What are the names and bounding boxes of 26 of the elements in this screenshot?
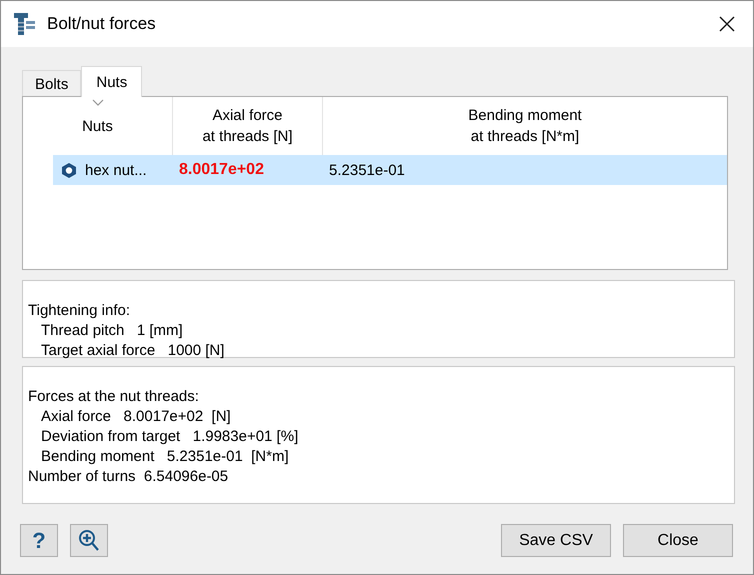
info-line: Number of turns 6.54096e-05 xyxy=(28,467,230,487)
table-cell-text: 8.0017e+02 xyxy=(178,161,265,179)
sort-caret-icon xyxy=(92,99,104,106)
zoom-in-button[interactable] xyxy=(70,524,108,557)
column-header: Nuts xyxy=(82,116,113,136)
table-cell: hex nut... xyxy=(85,162,147,178)
table-row[interactable]: hex nut... 8.0017e+02 5.2351e-01 xyxy=(53,155,727,185)
info-line: Axial force 8.0017e+02 [N] xyxy=(41,407,232,427)
info-line: Tightening info: xyxy=(28,301,132,321)
column-header: Axial force at threads [N] xyxy=(202,106,293,147)
bolt-icon xyxy=(13,11,37,37)
save-csv-button[interactable]: Save CSV xyxy=(501,524,611,557)
help-button[interactable]: ? xyxy=(20,524,58,557)
hexagon-icon xyxy=(61,162,77,178)
info-line: Thread pitch 1 [mm] xyxy=(41,321,184,341)
info-line: Forces at the nut threads: xyxy=(28,387,200,407)
info-line: Deviation from target 1.9983e+01 [%] xyxy=(41,427,300,447)
zoom-in-icon xyxy=(78,528,100,552)
tab[interactable]: Nuts xyxy=(81,66,142,97)
table-cell-text: 5.2351e-01 xyxy=(328,162,406,178)
tab[interactable]: Bolts xyxy=(22,70,82,96)
info-line: Bending moment 5.2351e-01 [N*m] xyxy=(41,447,290,467)
column-header: Bending moment at threads [N*m] xyxy=(468,106,582,147)
close-button[interactable]: Close xyxy=(623,524,733,557)
info-line: Target axial force 1000 [N] xyxy=(41,341,226,361)
window-title: Bolt/nut forces xyxy=(47,14,157,34)
